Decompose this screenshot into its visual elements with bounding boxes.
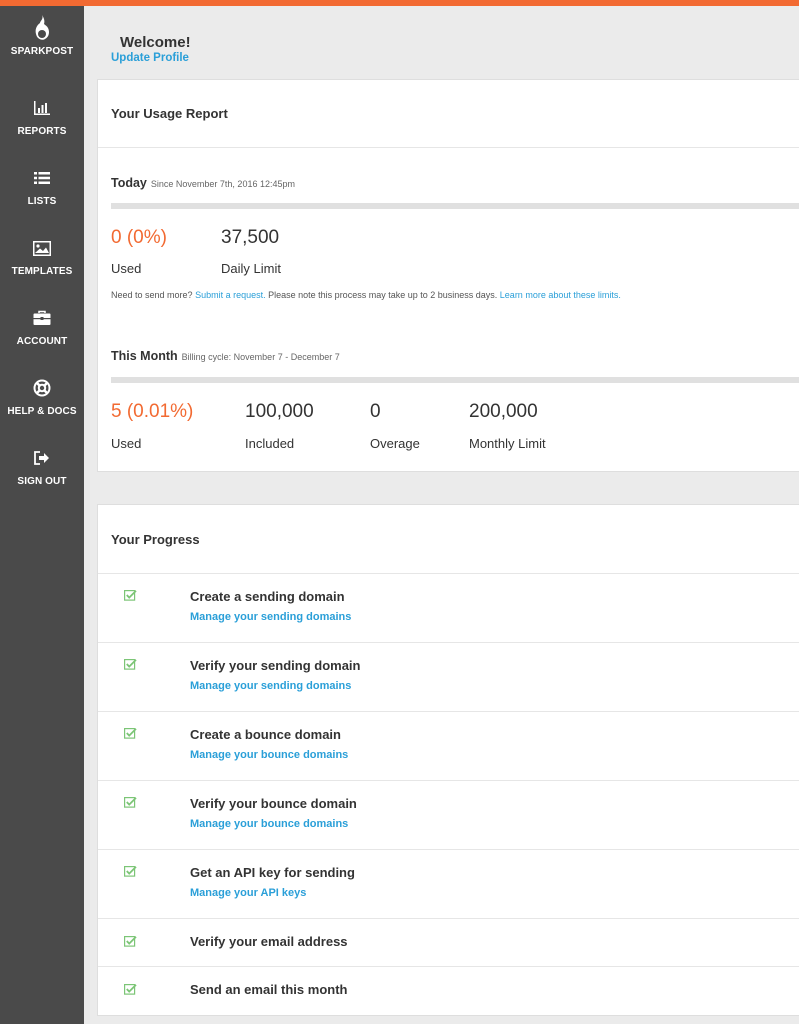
step-title: Verify your sending domain (190, 658, 361, 673)
progress-step: Verify your email address (98, 918, 799, 966)
sidebar-item-templates[interactable]: TEMPLATES (0, 236, 84, 292)
progress-step: Create a sending domain Manage your send… (98, 573, 799, 643)
list-icon (34, 166, 50, 190)
sidebar-item-label: SIGN OUT (17, 476, 67, 487)
submit-request-link[interactable]: Submit a request. (195, 290, 266, 300)
flame-logo-icon (32, 14, 52, 42)
check-icon (124, 982, 137, 1000)
image-icon (33, 236, 51, 260)
sidebar: SPARKPOST REPORTS LISTS TEMPLATES ACCOUN… (0, 6, 84, 1024)
check-icon (124, 934, 137, 952)
check-icon (124, 795, 137, 813)
progress-step: Verify your sending domain Manage your s… (98, 642, 799, 712)
sidebar-brand-label: SPARKPOST (10, 46, 74, 57)
today-heading: Today Since November 7th, 2016 12:45pm (111, 176, 295, 190)
limit-note-middle: Please note this process may take up to … (268, 290, 498, 300)
progress-title: Your Progress (111, 532, 200, 547)
step-title: Get an API key for sending (190, 865, 355, 880)
usage-report-title: Your Usage Report (111, 106, 228, 121)
manage-sending-domains-link[interactable]: Manage your sending domains (190, 680, 351, 692)
limit-note-prefix: Need to send more? (111, 290, 193, 300)
check-icon (124, 588, 137, 606)
included-label: Included (245, 436, 295, 451)
today-since-text: Since November 7th, 2016 12:45pm (150, 179, 295, 189)
bar-chart-icon (33, 96, 51, 120)
sidebar-item-label: REPORTS (17, 126, 67, 137)
daily-limit-label: Daily Limit (221, 261, 281, 276)
progress-step: Verify your bounce domain Manage your bo… (98, 780, 799, 850)
this-month-heading: This Month Billing cycle: November 7 - De… (111, 349, 340, 363)
daily-used-value: 0 (0%) (111, 227, 167, 248)
progress-card: Your Progress Create a sending domain Ma… (97, 504, 799, 1016)
overage-value: 0 (370, 401, 381, 422)
progress-step: Create a bounce domain Manage your bounc… (98, 711, 799, 781)
divider (98, 147, 799, 148)
monthly-used-label: Used (111, 436, 142, 451)
included-value: 100,000 (245, 401, 314, 422)
step-title: Verify your email address (190, 934, 348, 949)
briefcase-icon (33, 306, 51, 330)
today-label: Today (111, 176, 147, 190)
monthly-usage-bar (111, 377, 799, 383)
sidebar-item-help-docs[interactable]: HELP & DOCS (0, 376, 84, 432)
update-profile-link[interactable]: Update Profile (111, 52, 189, 64)
sign-out-icon (34, 446, 50, 470)
check-icon (124, 726, 137, 744)
limit-note: Need to send more? Submit a request. Ple… (111, 290, 621, 300)
sidebar-item-lists[interactable]: LISTS (0, 166, 84, 222)
sidebar-item-account[interactable]: ACCOUNT (0, 306, 84, 362)
manage-sending-domains-link[interactable]: Manage your sending domains (190, 611, 351, 623)
manage-api-keys-link[interactable]: Manage your API keys (190, 887, 306, 899)
main-content: Welcome! Update Profile Your Usage Repor… (84, 6, 799, 1024)
lifebuoy-icon (33, 376, 51, 400)
manage-bounce-domains-link[interactable]: Manage your bounce domains (190, 749, 348, 761)
monthly-limit-label: Monthly Limit (469, 436, 546, 451)
progress-step: Get an API key for sending Manage your A… (98, 849, 799, 919)
sidebar-item-label: TEMPLATES (11, 266, 73, 277)
daily-used-label: Used (111, 261, 142, 276)
welcome-heading: Welcome! (120, 34, 191, 51)
monthly-used-value: 5 (0.01%) (111, 401, 194, 422)
sidebar-item-label: LISTS (27, 196, 57, 207)
progress-step: Send an email this month (98, 966, 799, 1016)
sidebar-logo-sparkpost[interactable]: SPARKPOST (0, 14, 84, 70)
step-title: Verify your bounce domain (190, 796, 357, 811)
sidebar-item-label: HELP & DOCS (7, 406, 77, 417)
monthly-limit-value: 200,000 (469, 401, 538, 422)
step-title: Create a sending domain (190, 589, 345, 604)
billing-cycle-text: Billing cycle: November 7 - December 7 (181, 352, 340, 362)
step-title: Create a bounce domain (190, 727, 341, 742)
manage-bounce-domains-link[interactable]: Manage your bounce domains (190, 818, 348, 830)
usage-report-card: Your Usage Report Today Since November 7t… (97, 79, 799, 472)
learn-more-limits-link[interactable]: Learn more about these limits. (500, 290, 621, 300)
daily-usage-bar (111, 203, 799, 209)
overage-label: Overage (370, 436, 420, 451)
sidebar-item-label: ACCOUNT (16, 336, 68, 347)
check-icon (124, 864, 137, 882)
sidebar-item-reports[interactable]: REPORTS (0, 96, 84, 152)
check-icon (124, 657, 137, 675)
daily-limit-value: 37,500 (221, 227, 280, 248)
this-month-label: This Month (111, 349, 178, 363)
step-title: Send an email this month (190, 982, 348, 997)
sidebar-item-sign-out[interactable]: SIGN OUT (0, 446, 84, 502)
